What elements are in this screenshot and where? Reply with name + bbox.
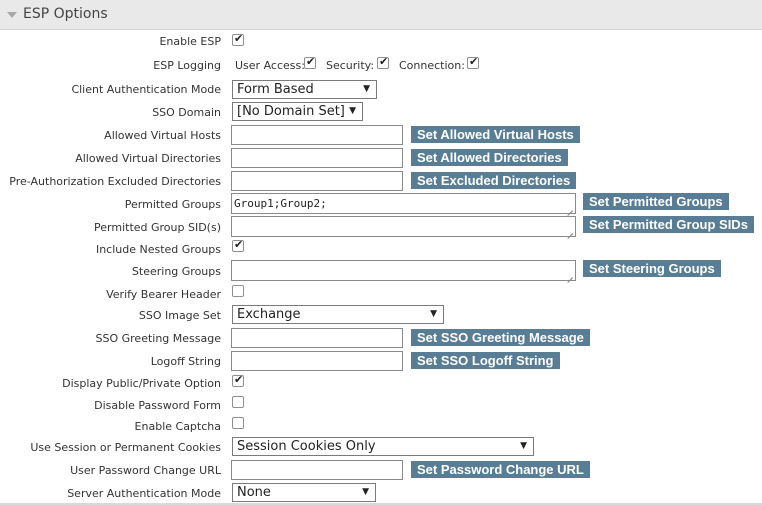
- preauth-excluded-dirs-input[interactable]: [231, 171, 403, 191]
- include-nested-groups-checkbox[interactable]: [232, 238, 244, 252]
- enable-esp-label: Enable ESP: [159, 35, 221, 48]
- set-sso-greeting-message-button[interactable]: Set SSO Greeting Message: [411, 329, 590, 346]
- allowed-virtual-hosts-input[interactable]: [231, 125, 403, 145]
- display-public-private-checkbox[interactable]: [232, 373, 244, 387]
- permitted-group-sids-textarea[interactable]: [231, 216, 576, 237]
- sso-image-set-select[interactable]: Exchange ▼: [232, 305, 444, 324]
- section-title: ESP Options: [23, 6, 108, 22]
- resize-grip-icon[interactable]: [566, 227, 574, 235]
- session-cookies-value: Session Cookies Only: [237, 439, 376, 454]
- session-cookies-select[interactable]: Session Cookies Only ▼: [232, 437, 534, 456]
- sso-greeting-message-input[interactable]: [231, 328, 403, 348]
- sso-greeting-message-label: SSO Greeting Message: [95, 332, 222, 345]
- connection-checkbox[interactable]: [467, 55, 479, 69]
- client-auth-mode-value: Form Based: [237, 82, 314, 97]
- set-excluded-directories-button[interactable]: Set Excluded Directories: [411, 172, 577, 189]
- include-nested-groups-label: Include Nested Groups: [95, 243, 221, 256]
- allowed-virtual-dirs-input[interactable]: [231, 148, 403, 168]
- permitted-groups-textarea[interactable]: Group1;Group2;: [231, 193, 576, 214]
- chevron-down-icon: ▼: [520, 441, 527, 451]
- allowed-virtual-dirs-label: Allowed Virtual Directories: [75, 152, 221, 165]
- user-access-checkbox[interactable]: [304, 55, 316, 69]
- client-auth-mode-select[interactable]: Form Based ▼: [232, 80, 377, 99]
- sso-image-set-label: SSO Image Set: [138, 309, 221, 322]
- disable-password-form-checkbox[interactable]: [232, 396, 244, 408]
- logoff-string-input[interactable]: [231, 351, 403, 371]
- chevron-down-icon: ▼: [363, 84, 370, 94]
- set-permitted-group-sids-button[interactable]: Set Permitted Group SIDs: [583, 216, 754, 233]
- server-auth-mode-label: Server Authentication Mode: [67, 487, 221, 500]
- security-label: Security:: [326, 59, 375, 72]
- server-auth-mode-value: None: [237, 485, 271, 500]
- allowed-virtual-hosts-label: Allowed Virtual Hosts: [104, 129, 221, 142]
- permitted-groups-label: Permitted Groups: [124, 198, 221, 211]
- chevron-down-icon: ▼: [349, 106, 356, 116]
- sso-image-set-value: Exchange: [237, 307, 301, 322]
- sso-domain-select[interactable]: [No Domain Set] ▼: [232, 102, 363, 121]
- steering-groups-textarea[interactable]: [231, 260, 576, 281]
- resize-grip-icon[interactable]: [566, 204, 574, 212]
- set-steering-groups-button[interactable]: Set Steering Groups: [583, 260, 721, 277]
- user-access-label: User Access:: [235, 59, 305, 72]
- password-change-url-label: User Password Change URL: [70, 464, 221, 477]
- session-cookies-label: Use Session or Permanent Cookies: [30, 441, 221, 454]
- preauth-excluded-dirs-label: Pre-Authorization Excluded Directories: [9, 175, 221, 188]
- steering-groups-label: Steering Groups: [131, 265, 221, 278]
- permitted-group-sids-label: Permitted Group SID(s): [94, 221, 221, 234]
- disable-password-form-label: Disable Password Form: [94, 399, 221, 412]
- server-auth-mode-select[interactable]: None ▼: [232, 483, 376, 502]
- permitted-groups-value: Group1;Group2;: [234, 197, 327, 210]
- logoff-string-label: Logoff String: [150, 355, 221, 368]
- password-change-url-input[interactable]: [231, 460, 403, 480]
- sso-domain-label: SSO Domain: [152, 106, 221, 119]
- enable-captcha-label: Enable Captcha: [134, 420, 221, 433]
- connection-label: Connection:: [399, 59, 465, 72]
- esp-logging-label: ESP Logging: [153, 59, 221, 72]
- security-checkbox[interactable]: [377, 55, 389, 69]
- display-public-private-label: Display Public/Private Option: [62, 377, 221, 390]
- section-header[interactable]: ESP Options: [0, 0, 762, 30]
- set-sso-logoff-string-button[interactable]: Set SSO Logoff String: [411, 352, 560, 369]
- chevron-down-icon: ▼: [430, 309, 437, 319]
- client-auth-mode-label: Client Authentication Mode: [71, 83, 221, 96]
- enable-captcha-checkbox[interactable]: [232, 417, 244, 429]
- set-allowed-directories-button[interactable]: Set Allowed Directories: [411, 149, 568, 166]
- sso-domain-value: [No Domain Set]: [237, 104, 345, 119]
- set-password-change-url-button[interactable]: Set Password Change URL: [411, 461, 590, 478]
- resize-grip-icon[interactable]: [566, 271, 574, 279]
- verify-bearer-header-checkbox[interactable]: [232, 285, 244, 297]
- chevron-down-icon: ▼: [362, 487, 369, 497]
- set-permitted-groups-button[interactable]: Set Permitted Groups: [583, 193, 729, 210]
- set-allowed-virtual-hosts-button[interactable]: Set Allowed Virtual Hosts: [411, 126, 580, 143]
- enable-esp-checkbox[interactable]: [232, 32, 244, 46]
- collapse-triangle-icon[interactable]: [7, 12, 17, 18]
- verify-bearer-header-label: Verify Bearer Header: [106, 288, 221, 301]
